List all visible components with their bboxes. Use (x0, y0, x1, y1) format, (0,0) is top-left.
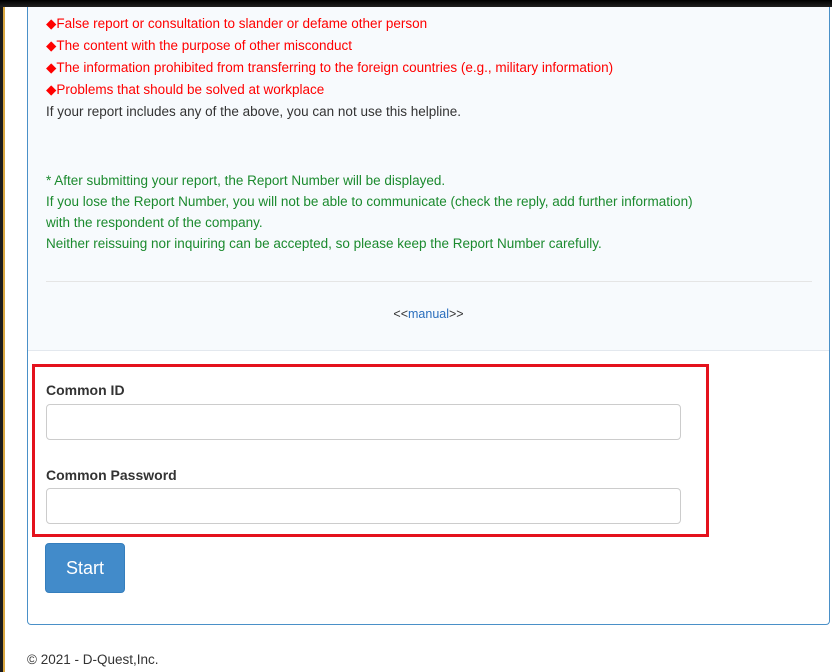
diamond-bullet-icon: ◆ (46, 60, 57, 75)
helpline-panel: ◆False report or consultation to slander… (27, 7, 830, 625)
prohibited-item: ◆The content with the purpose of other m… (46, 38, 353, 53)
start-button[interactable]: Start (45, 543, 125, 593)
diamond-bullet-icon: ◆ (46, 82, 57, 97)
divider (46, 281, 812, 282)
report-number-note: If you lose the Report Number, you will … (46, 194, 693, 209)
diamond-bullet-icon: ◆ (46, 38, 57, 53)
notice-section: ◆False report or consultation to slander… (28, 7, 829, 351)
copyright-footer: © 2021 - D-Quest,Inc. (27, 652, 159, 667)
window-left-accent (3, 7, 5, 672)
report-number-note: * After submitting your report, the Repo… (46, 173, 446, 188)
prohibited-item: ◆The information prohibited from transfe… (46, 60, 614, 75)
prohibited-item: ◆False report or consultation to slander… (46, 16, 428, 31)
common-id-input[interactable] (46, 404, 681, 440)
report-number-note: Neither reissuing nor inquiring can be a… (46, 236, 602, 251)
common-password-label: Common Password (46, 467, 177, 483)
diamond-bullet-icon: ◆ (46, 16, 57, 31)
report-number-note: with the respondent of the company. (46, 215, 263, 230)
manual-link[interactable]: manual (408, 307, 449, 321)
helpline-warning: If your report includes any of the above… (46, 104, 462, 119)
window-top-edge (0, 0, 832, 7)
common-id-label: Common ID (46, 382, 125, 398)
manual-link-row: <<manual>> (393, 307, 464, 321)
common-password-input[interactable] (46, 488, 681, 524)
prohibited-item: ◆Problems that should be solved at workp… (46, 82, 325, 97)
